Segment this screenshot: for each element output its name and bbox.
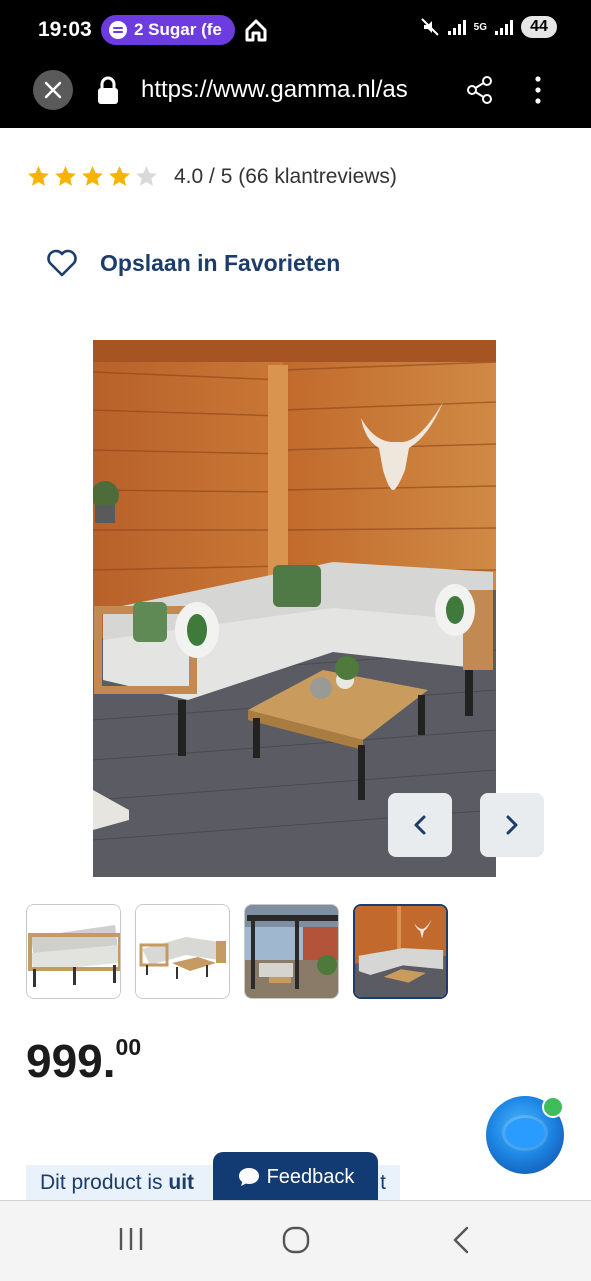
close-icon [44, 81, 62, 99]
availability-prefix: Dit product is [40, 1171, 169, 1194]
media-pill[interactable]: 2 Sugar (fe [101, 15, 235, 45]
availability-suffix: t [380, 1171, 386, 1194]
status-bar: 19:03 2 Sugar (fe 5G 44 [0, 0, 591, 60]
price-separator: . [102, 1035, 116, 1087]
browser-toolbar: https://www.gamma.nl/as [0, 60, 591, 128]
mute-icon [420, 18, 439, 36]
feedback-label: Feedback [266, 1165, 355, 1188]
more-vert-icon[interactable] [528, 75, 548, 105]
price-integer: 999 [26, 1035, 103, 1087]
gallery-prev-button[interactable] [388, 793, 452, 857]
system-navigation-bar [0, 1200, 591, 1281]
signal-icon [447, 19, 466, 35]
star-filled-icon [28, 166, 49, 186]
status-time: 19:03 [38, 18, 92, 41]
battery-indicator: 44 [521, 16, 557, 38]
rating-stars [26, 164, 159, 189]
thumbnail-pergola [245, 905, 338, 998]
availability-bold: uit [168, 1171, 195, 1194]
save-favorites-button[interactable]: Opslaan in Favorieten [46, 248, 340, 278]
thumbnail-corner-set [136, 905, 229, 998]
signal-icon [495, 19, 513, 35]
chat-bubble-icon [238, 1168, 259, 1186]
status-icons: 5G 44 [420, 16, 557, 38]
gallery-thumbnail[interactable] [135, 904, 230, 999]
back-icon[interactable] [450, 1225, 472, 1255]
gallery-thumbnail-selected[interactable] [353, 904, 448, 999]
thumbnail-wood-room [355, 906, 446, 997]
product-price: 999.00 [26, 1034, 141, 1088]
chevron-right-icon [506, 815, 518, 835]
media-pill-label: 2 Sugar (fe [134, 20, 222, 39]
lock-icon [98, 76, 118, 104]
recent-apps-icon[interactable] [117, 1225, 145, 1253]
chat-bubble-icon [505, 1118, 545, 1148]
chevron-left-icon [414, 815, 426, 835]
network-type: 5G [473, 21, 487, 33]
product-rating[interactable]: 4.0 / 5 (66 klantreviews) [26, 164, 397, 189]
gallery-next-button[interactable] [480, 793, 544, 857]
feedback-button[interactable]: Feedback [213, 1152, 378, 1202]
spotify-icon [109, 21, 127, 39]
chat-assistant-button[interactable] [486, 1096, 564, 1174]
gallery-thumbnail[interactable] [244, 904, 339, 999]
url-bar[interactable]: https://www.gamma.nl/as [141, 76, 441, 104]
share-icon[interactable] [466, 75, 494, 105]
star-filled-icon [82, 166, 103, 186]
star-filled-icon [55, 166, 76, 186]
home-button-icon[interactable] [281, 1225, 311, 1255]
star-empty-icon [136, 166, 157, 186]
gallery-thumbnails [26, 904, 448, 999]
price-decimals: 00 [115, 1034, 142, 1060]
favorites-label: Opslaan in Favorieten [100, 249, 341, 276]
thumbnail-sofa-side [27, 905, 120, 998]
close-button[interactable] [33, 70, 73, 110]
online-status-dot [542, 1096, 564, 1118]
star-filled-icon [109, 166, 130, 186]
gallery-thumbnail[interactable] [26, 904, 121, 999]
rating-text[interactable]: 4.0 / 5 (66 klantreviews) [174, 165, 397, 189]
heart-icon [47, 249, 77, 277]
home-icon [245, 19, 267, 42]
